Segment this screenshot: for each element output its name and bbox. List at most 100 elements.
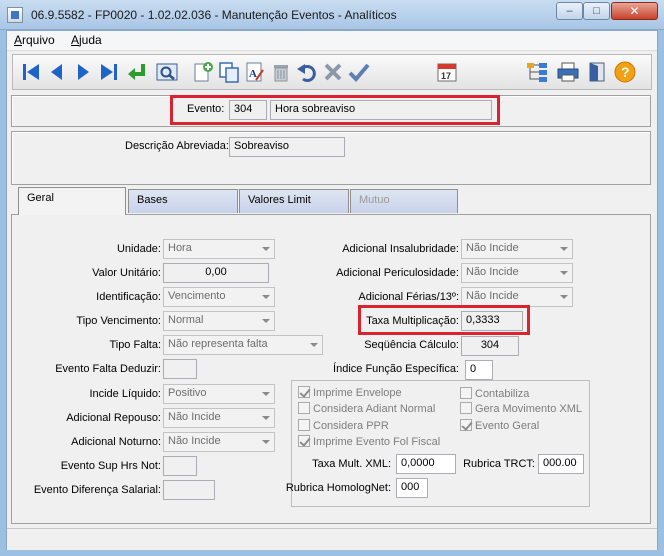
tab-mutuo: Mutuo [350,189,458,213]
svg-text:?: ? [621,64,630,80]
delete-icon[interactable] [269,60,293,84]
svg-text:A: A [249,68,257,80]
sequencia-calculo-field[interactable]: 304 [461,336,519,356]
chevron-down-icon [560,247,568,251]
adicional-noturno-select[interactable]: Não Incide [163,432,275,452]
identificacao-label: Identificação: [96,291,161,303]
incide-liquido-label: Incide Líquido: [89,388,161,400]
cancel-icon[interactable] [321,60,345,84]
toolbar: A 17 ? [12,54,652,90]
chevron-down-icon [262,295,270,299]
search-icon[interactable] [155,60,179,84]
tipo-vencimento-select[interactable]: Normal [163,311,275,331]
tipo-falta-label: Tipo Falta: [109,339,161,351]
indice-funcao-field[interactable]: 0 [465,360,493,380]
rubrica-trct-field[interactable]: 000.00 [538,454,584,474]
adicional-insalubridade-select[interactable]: Não Incide [461,239,573,259]
adicional-periculosidade-label: Adicional Periculosidade: [336,267,459,279]
adicional-ferias-select[interactable]: Não Incide [461,287,573,307]
rubrica-homolognet-field[interactable]: 000 [396,478,428,498]
chevron-down-icon [262,440,270,444]
chevron-down-icon [262,247,270,251]
calendar-icon[interactable]: 17 [435,60,459,84]
evento-dif-salarial-field[interactable] [163,480,215,500]
rubrica-trct-label: Rubrica TRCT: [463,458,535,470]
evento-falta-deduzir-field[interactable] [163,359,197,379]
taxa-mult-xml-label: Taxa Mult. XML: [312,458,391,470]
window-title: 06.9.5582 - FP0020 - 1.02.02.036 - Manut… [31,8,397,22]
tipo-falta-select[interactable]: Não representa falta [163,335,323,355]
checkbox-box [460,402,472,414]
last-record-icon[interactable] [97,60,121,84]
gera-movimento-xml-checkbox[interactable]: Gera Movimento XML [460,402,582,415]
taxa-mult-xml-field[interactable]: 0,0000 [396,454,456,474]
next-record-icon[interactable] [71,60,95,84]
return-icon[interactable] [125,60,149,84]
chevron-down-icon [560,271,568,275]
evento-falta-deduzir-label: Evento Falta Deduzir: [55,363,161,375]
considera-ppr-checkbox[interactable]: Considera PPR [298,419,389,432]
edit-icon[interactable]: A [243,60,267,84]
checkbox-box [298,402,310,414]
adicional-noturno-label: Adicional Noturno: [71,436,161,448]
undo-icon[interactable] [295,60,319,84]
identificacao-select[interactable]: Vencimento [163,287,275,307]
minimize-button[interactable]: – [556,2,583,20]
copy-icon[interactable] [217,60,241,84]
evento-dif-salarial-label: Evento Diferença Salarial: [33,484,161,496]
confirm-icon[interactable] [347,60,371,84]
title-bar: 06.9.5582 - FP0020 - 1.02.02.036 - Manut… [0,0,664,30]
highlight-taxa-multiplicacao [358,305,530,335]
highlight-evento [170,95,500,125]
adicional-repouso-label: Adicional Repouso: [66,412,161,424]
imprime-evento-fol-checkbox[interactable]: Imprime Evento Fol Fiscal [298,435,440,448]
tab-geral[interactable]: Geral [18,187,126,215]
print-icon[interactable] [556,60,580,84]
checkbox-box [298,386,310,398]
new-record-icon[interactable] [191,60,215,84]
considera-adiant-checkbox[interactable]: Considera Adiant Normal [298,402,435,415]
menu-ajuda[interactable]: Ajuda [71,33,102,47]
descricao-label: Descrição Abreviada: [125,140,229,152]
adicional-insalubridade-label: Adicional Insalubridade: [342,243,459,255]
adicional-repouso-select[interactable]: Não Incide [163,408,275,428]
checkbox-box [298,435,310,447]
indice-funcao-label: Índice Função Específica: [333,363,459,375]
chevron-down-icon [560,295,568,299]
svg-text:17: 17 [441,71,451,81]
sequencia-calculo-label: Seqüência Cálculo: [364,339,459,351]
help-icon[interactable]: ? [613,60,637,84]
close-button[interactable]: ✕ [611,2,658,20]
rubrica-homolognet-label: Rubrica HomologNet: [285,482,391,494]
first-record-icon[interactable] [19,60,43,84]
checkbox-box [460,387,472,399]
chevron-down-icon [310,343,318,347]
valor-unitario-field[interactable]: 0,00 [163,263,269,283]
menu-bar: Arquivo Ajuda [7,31,657,51]
status-bar [7,528,657,550]
chevron-down-icon [262,416,270,420]
descricao-field[interactable]: Sobreaviso [229,137,345,157]
chevron-down-icon [262,319,270,323]
chevron-down-icon [262,392,270,396]
unidade-select[interactable]: Hora [163,239,275,259]
valor-unitario-label: Valor Unitário: [92,267,161,279]
imprime-envelope-checkbox[interactable]: Imprime Envelope [298,386,402,399]
tipo-vencimento-label: Tipo Vencimento: [76,315,161,327]
contabiliza-checkbox[interactable]: Contabiliza [460,387,529,400]
exit-icon[interactable] [585,60,609,84]
evento-sup-hrs-field[interactable] [163,456,197,476]
checkbox-box [460,419,472,431]
window-client: Arquivo Ajuda A 17 ? Evento: 304 Hora so… [6,30,658,550]
tab-bases[interactable]: Bases [128,189,238,213]
incide-liquido-select[interactable]: Positivo [163,384,275,404]
unidade-label: Unidade: [116,243,161,255]
evento-geral-checkbox[interactable]: Evento Geral [460,419,539,432]
previous-record-icon[interactable] [45,60,69,84]
menu-arquivo[interactable]: Arquivo [14,33,55,47]
adicional-periculosidade-select[interactable]: Não Incide [461,263,573,283]
maximize-button[interactable]: □ [583,2,610,20]
adicional-ferias-label: Adicional Férias/13º: [358,291,459,303]
tab-valores-limit[interactable]: Valores Limit [239,189,349,213]
tree-icon[interactable] [525,60,549,84]
